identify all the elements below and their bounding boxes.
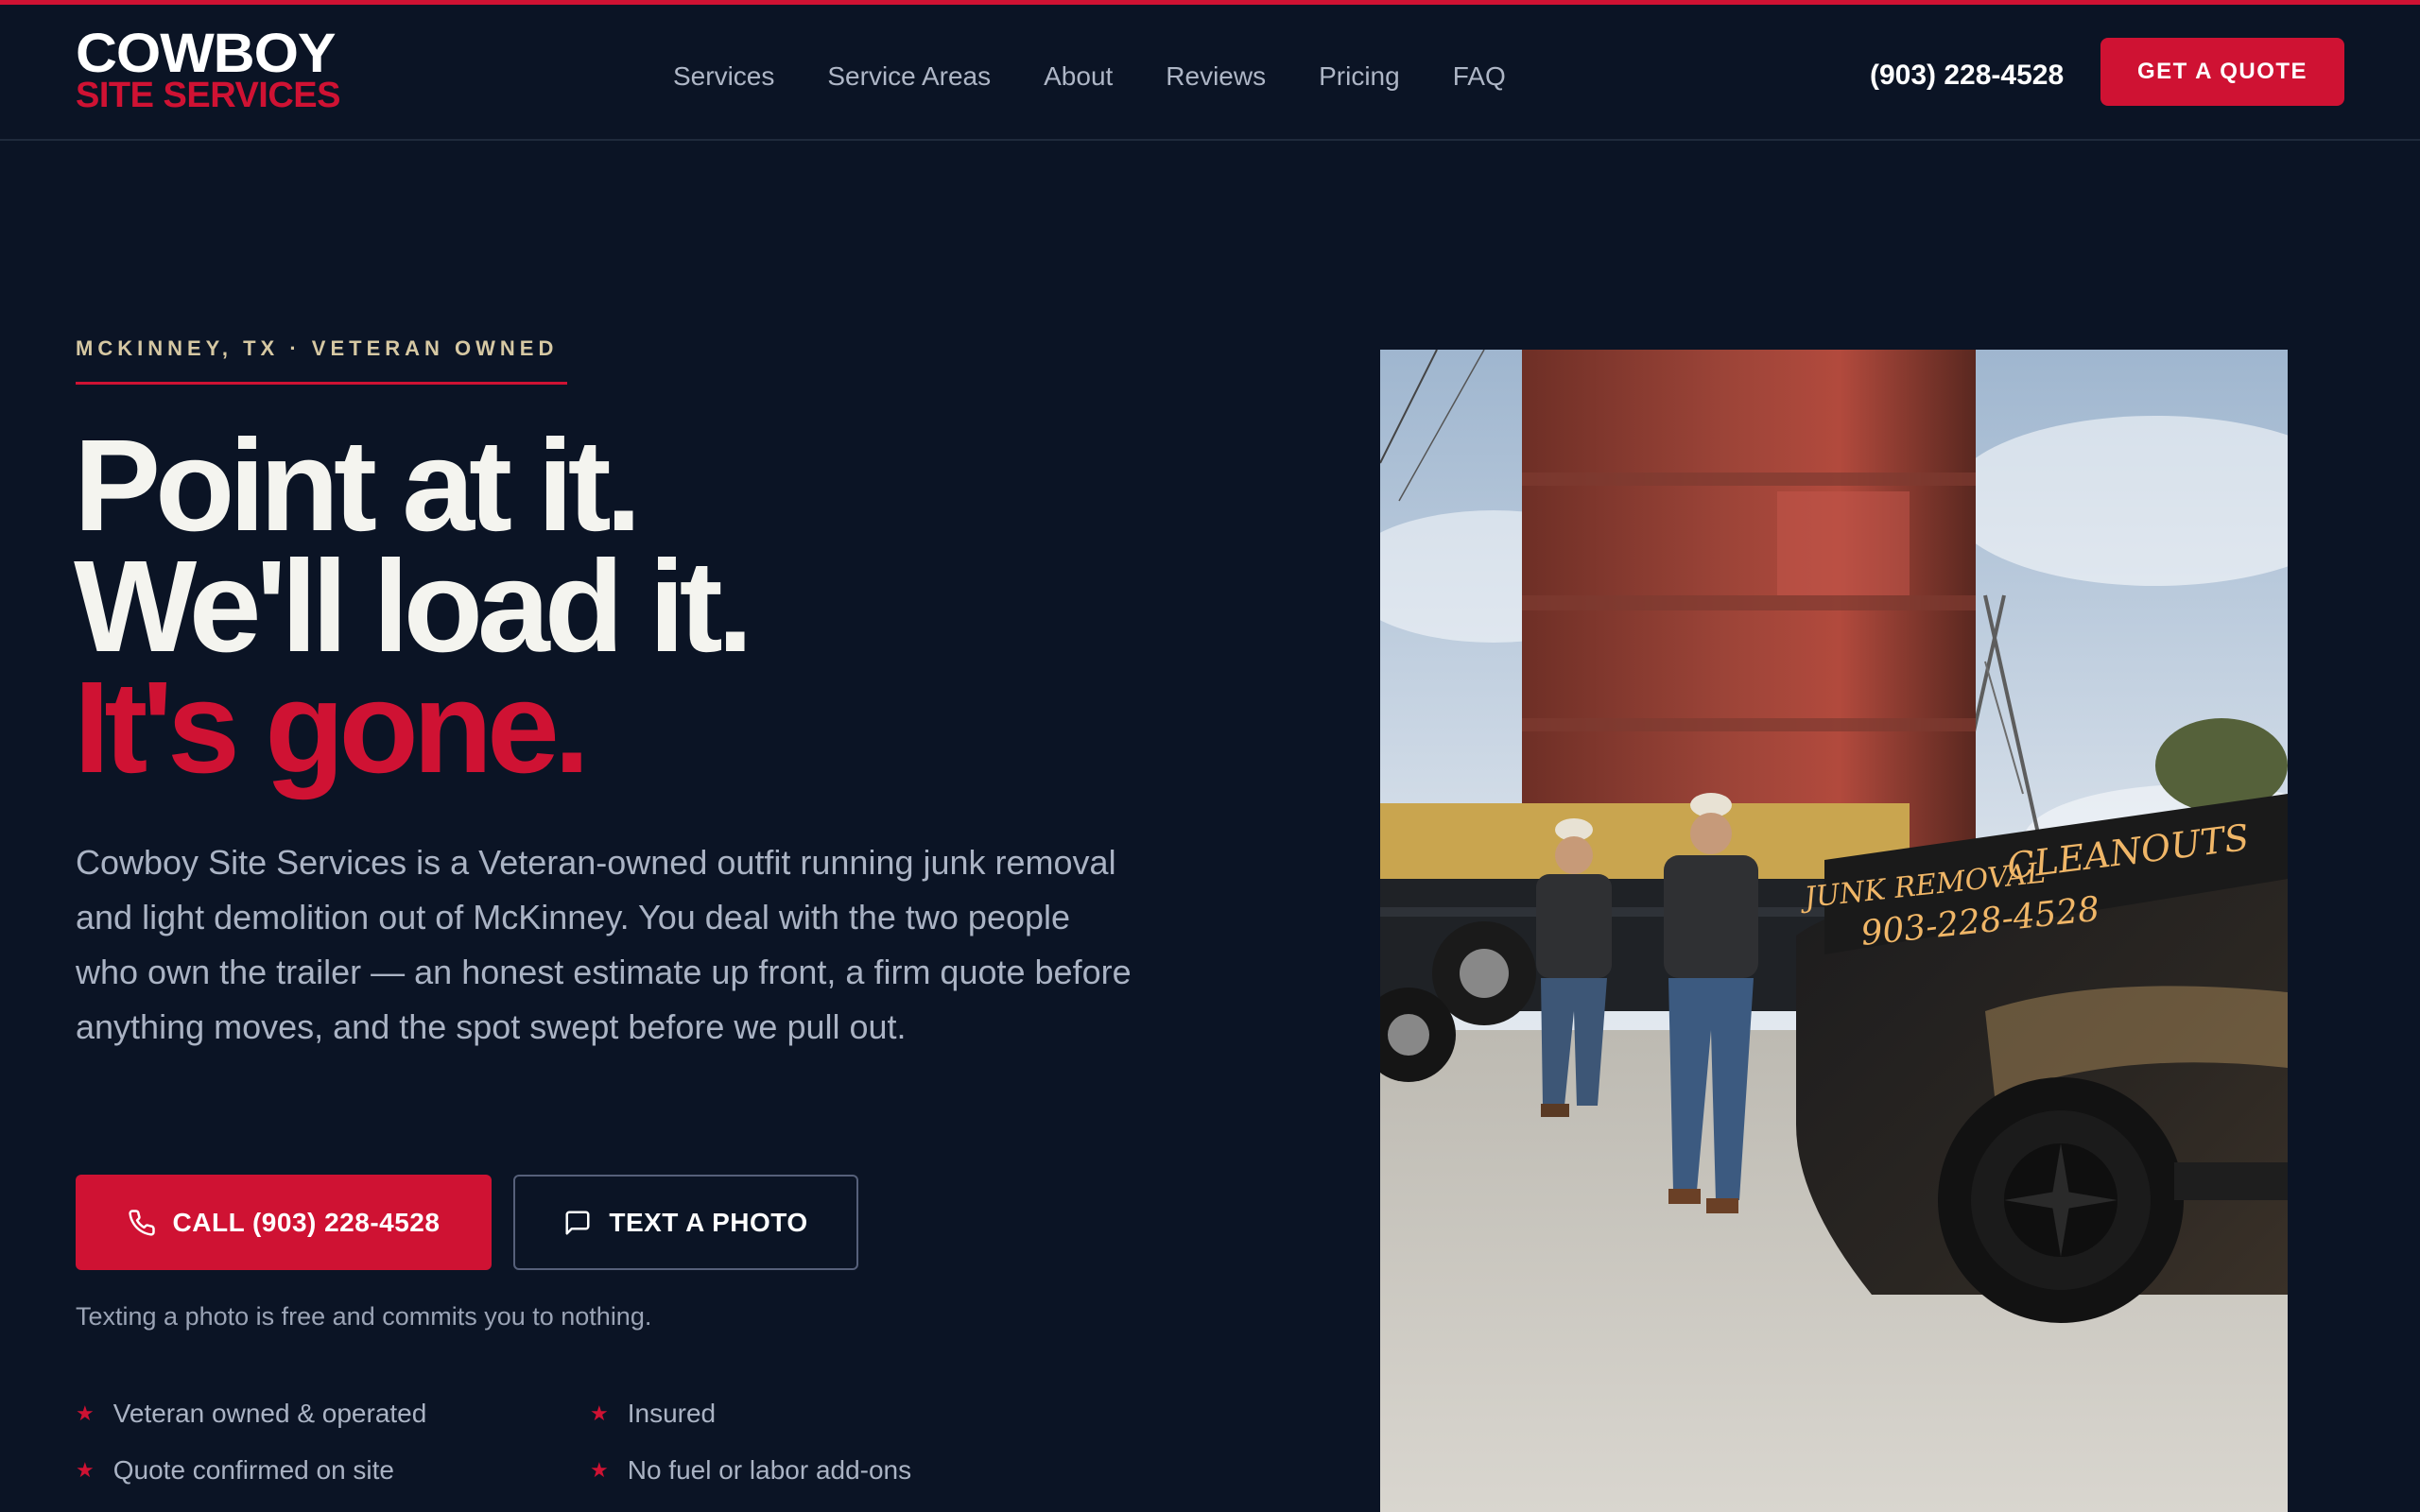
nav-about[interactable]: About [1044,54,1113,99]
headline-line-1: Point at it. [74,413,642,558]
feature-item: ★ Quote confirmed on site [76,1455,394,1486]
get-a-quote-button[interactable]: GET A QUOTE [2100,38,2344,106]
call-button[interactable]: CALL (903) 228-4528 [76,1175,492,1270]
nav-services[interactable]: Services [673,54,774,99]
nav-faq[interactable]: FAQ [1453,54,1506,99]
feature-label: Quote confirmed on site [112,1455,395,1485]
main-nav: Services Service Areas About Reviews Pri… [673,54,1506,99]
feature-label: Veteran owned & operated [112,1399,427,1428]
star-icon: ★ [76,1401,95,1425]
hero-eyebrow: MCKINNEY, TX · VETERAN OWNED [76,336,559,360]
star-icon: ★ [76,1458,95,1482]
headline-line-2: We'll load it. [74,534,753,679]
logo[interactable]: COWBOY SITE SERVICES [76,26,341,114]
hero-photo: JUNK REMOVAL CLEANOUTS 903-228-4528 [1380,350,2288,1512]
nav-reviews[interactable]: Reviews [1166,54,1266,99]
eyebrow-underline [76,382,567,385]
site-header: COWBOY SITE SERVICES Services Service Ar… [0,5,2420,141]
nav-pricing[interactable]: Pricing [1319,54,1400,99]
feature-label: Insured [627,1399,717,1428]
headline-line-3: It's gone. [74,655,590,800]
logo-line-1: COWBOY [76,23,337,84]
hero-headline: Point at it. We'll load it. It's gone. [74,413,753,800]
star-icon: ★ [590,1401,609,1425]
hero-description: Cowboy Site Services is a Veteran-owned … [76,843,1132,1046]
message-icon [563,1209,592,1237]
text-a-photo-button[interactable]: TEXT A PHOTO [513,1175,858,1270]
feature-item: ★ No fuel or labor add-ons [590,1455,911,1486]
header-phone-link[interactable]: (903) 228-4528 [1870,54,2064,97]
text-button-label: TEXT A PHOTO [609,1207,808,1237]
star-icon: ★ [590,1458,609,1482]
feature-label: No fuel or labor add-ons [627,1455,912,1485]
phone-icon [128,1209,156,1237]
feature-item: ★ Veteran owned & operated [76,1399,426,1429]
text-photo-note: Texting a photo is free and commits you … [76,1302,652,1331]
feature-item: ★ Insured [590,1399,716,1429]
call-button-label: CALL (903) 228-4528 [172,1207,441,1237]
nav-service-areas[interactable]: Service Areas [827,54,991,99]
